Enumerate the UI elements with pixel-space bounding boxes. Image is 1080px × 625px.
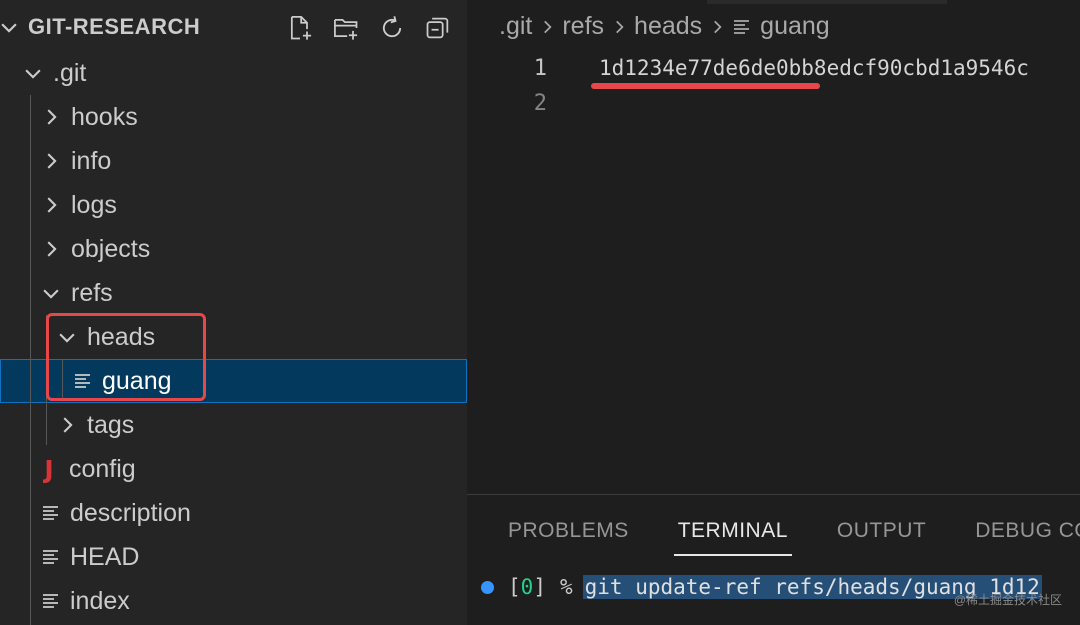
chevron-right-icon <box>544 20 552 33</box>
tree-item-label: description <box>70 498 191 527</box>
refresh-button[interactable] <box>375 12 409 44</box>
chevron-right-icon <box>616 20 624 33</box>
tree-item-label: .git <box>53 58 87 87</box>
chevron-down-icon <box>59 333 75 343</box>
editor-area: .git refs heads guang 1 2 1d1234e77de6de… <box>467 0 1080 494</box>
text-file-icon <box>75 374 90 388</box>
tree-item-hooks[interactable]: hooks <box>0 95 467 139</box>
tree-item-index[interactable]: index <box>0 579 467 623</box>
exit-code: 0 <box>520 575 534 599</box>
explorer-actions <box>283 12 455 44</box>
exit-bracket-close: ] <box>533 575 546 599</box>
refresh-icon <box>382 16 402 38</box>
chevron-right-icon <box>714 20 722 33</box>
code-line[interactable]: 1d1234e77de6de0bb8edcf90cbd1a9546c <box>599 56 1029 80</box>
tree-item-label: index <box>70 586 130 615</box>
tree-item-info[interactable]: info <box>0 139 467 183</box>
breadcrumb-item-heads[interactable]: heads <box>634 12 702 41</box>
bottom-panel: PROBLEMS TERMINAL OUTPUT DEBUG CO [0] % … <box>467 494 1080 625</box>
watermark: @稀土掘金技术社区 <box>953 593 1062 607</box>
tree-item-heads[interactable]: heads <box>0 315 467 359</box>
line-number: 1 <box>533 56 547 81</box>
tree-item-logs[interactable]: logs <box>0 183 467 227</box>
tab-terminal[interactable]: TERMINAL <box>673 519 793 556</box>
new-file-icon <box>290 16 312 40</box>
tree-item-label: heads <box>87 322 156 351</box>
file-tree: .git hooks info logs objects refs heads … <box>0 51 467 623</box>
text-file-icon <box>734 19 750 34</box>
tree-item-tags[interactable]: tags <box>0 403 467 447</box>
explorer-header[interactable]: GIT-RESEARCH <box>0 0 467 52</box>
config-file-icon: J <box>44 454 54 484</box>
chevron-right-icon <box>47 109 57 125</box>
breadcrumb-item-refs[interactable]: refs <box>562 12 604 41</box>
terminal-status-dot-icon <box>481 580 494 594</box>
breadcrumb-item-git[interactable]: .git <box>499 12 532 41</box>
tree-item-guang[interactable]: guang <box>0 359 467 403</box>
tree-item-label: refs <box>71 278 113 307</box>
tree-item-label: logs <box>71 190 117 219</box>
tree-item-refs[interactable]: refs <box>0 271 467 315</box>
text-file-icon <box>43 550 58 564</box>
tree-item-label: tags <box>87 410 135 439</box>
explorer-title: GIT-RESEARCH <box>28 14 201 39</box>
indent-guide <box>30 95 31 625</box>
annotation-underline <box>591 83 820 89</box>
chevron-right-icon <box>47 153 57 169</box>
collapse-all-icon <box>426 17 449 39</box>
new-folder-button[interactable] <box>329 12 363 44</box>
text-file-icon <box>43 506 58 520</box>
tree-item-label: config <box>69 454 136 483</box>
tree-item-label: hooks <box>71 102 138 131</box>
line-number: 2 <box>533 91 547 116</box>
explorer-sidebar: GIT-RESEARCH .git hooks info logs object… <box>0 0 467 625</box>
prompt-symbol: % <box>559 575 573 599</box>
indent-guide <box>62 359 63 401</box>
tab-debug-console[interactable]: DEBUG CO <box>975 519 1080 553</box>
chevron-right-icon <box>47 241 57 257</box>
chevron-down-icon <box>43 289 59 299</box>
chevron-right-icon <box>63 417 73 433</box>
tab-output[interactable]: OUTPUT <box>837 519 926 553</box>
tree-item-config[interactable]: J config <box>0 447 467 491</box>
tree-item-objects[interactable]: objects <box>0 227 467 271</box>
indent-guide <box>46 315 47 445</box>
chevron-down-icon <box>25 69 41 79</box>
tree-item-label: objects <box>71 234 151 263</box>
collapse-all-button[interactable] <box>421 12 455 44</box>
text-file-icon <box>43 594 58 608</box>
vscode-window: GIT-RESEARCH .git hooks info logs object… <box>0 0 1080 625</box>
tree-item-label: info <box>71 146 112 175</box>
breadcrumb-item-guang[interactable]: guang <box>760 12 830 41</box>
tree-item-label: HEAD <box>70 542 140 571</box>
tree-item-label: guang <box>102 366 172 395</box>
chevron-right-icon <box>47 197 57 213</box>
panel-tabs: PROBLEMS TERMINAL OUTPUT DEBUG CO <box>508 519 1080 556</box>
new-file-button[interactable] <box>283 12 317 44</box>
new-folder-icon <box>334 18 358 40</box>
tab-problems[interactable]: PROBLEMS <box>508 519 629 553</box>
tree-item-git[interactable]: .git <box>0 51 467 95</box>
chevron-down-icon[interactable] <box>0 16 20 38</box>
tree-item-head[interactable]: HEAD <box>0 535 467 579</box>
breadcrumb: .git refs heads guang <box>499 12 830 41</box>
tab-strip-edge <box>707 0 947 4</box>
exit-bracket-open: [ <box>508 575 521 599</box>
tree-item-description[interactable]: description <box>0 491 467 535</box>
